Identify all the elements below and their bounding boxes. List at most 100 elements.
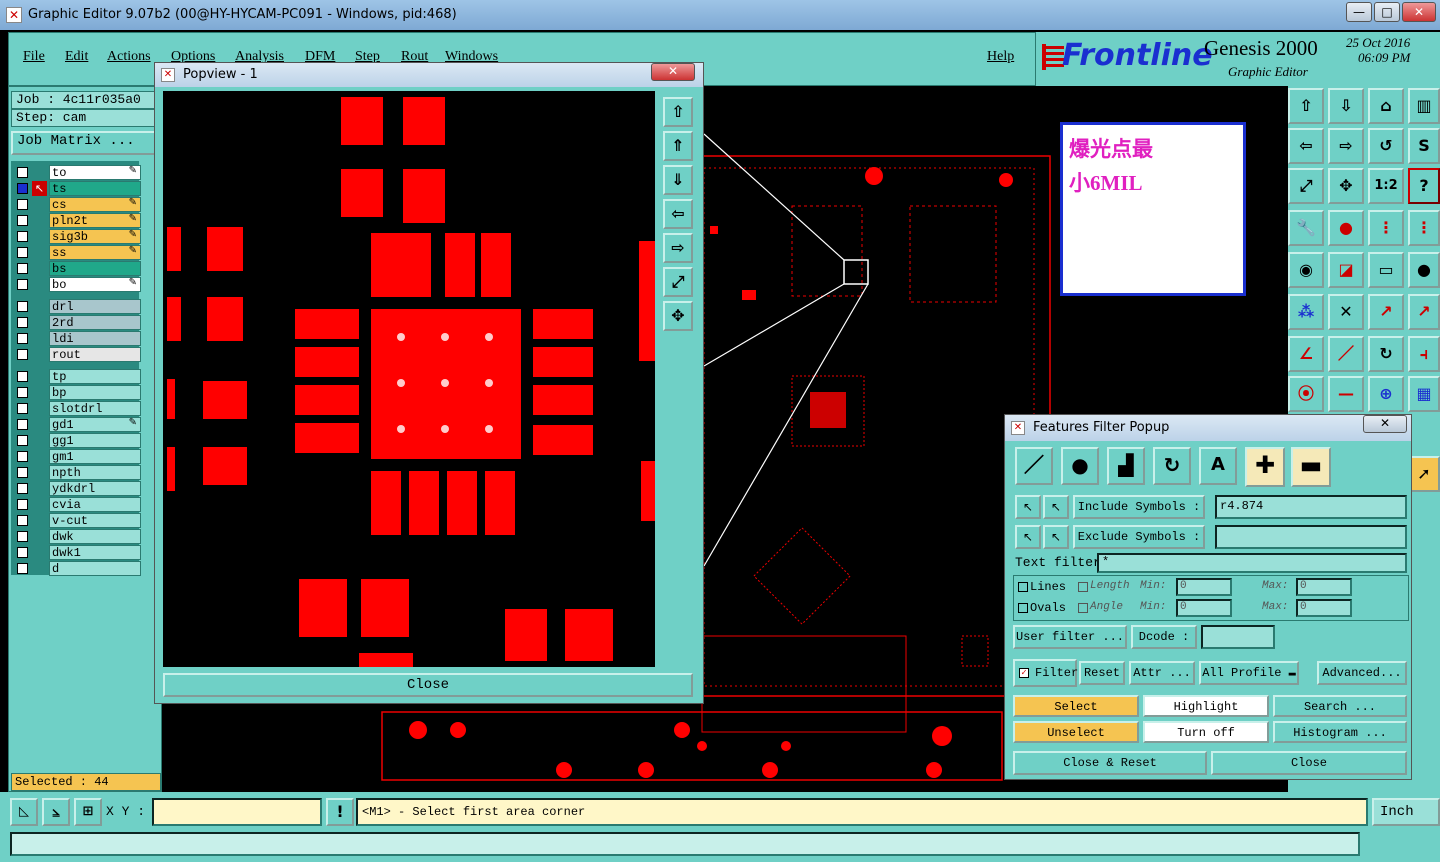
net-icon[interactable]: ⋮ (1368, 210, 1404, 246)
layer-row[interactable]: d (15, 561, 141, 576)
advanced-button[interactable]: Advanced... (1317, 661, 1407, 685)
layer-name[interactable]: gg1 (49, 433, 141, 448)
length-checkbox[interactable] (1078, 582, 1088, 592)
layer-name[interactable]: slotdrl (49, 401, 141, 416)
wrench-icon[interactable]: 🔧 (1288, 210, 1324, 246)
menu-file[interactable]: File (23, 49, 45, 65)
layer-checkbox[interactable] (17, 419, 28, 430)
layer-checkbox[interactable] (17, 317, 28, 328)
layer-name[interactable]: bs (49, 261, 141, 276)
pv-pan-left-icon[interactable]: ⇦ (663, 199, 693, 229)
zoom-fit-icon[interactable]: ⤢ (1288, 168, 1324, 204)
layer-name[interactable]: drl (49, 299, 141, 314)
layer-row[interactable]: rout (15, 347, 141, 362)
bracket-icon[interactable]: ⫞ (1408, 336, 1440, 372)
ffp-close-button[interactable]: Close (1211, 751, 1407, 775)
pad-node-icon[interactable]: ⦿ (1288, 376, 1324, 412)
layer-name[interactable]: npth (49, 465, 141, 480)
pv-zoom-top-icon[interactable]: ⇧ (663, 97, 693, 127)
filter-toggle[interactable]: ✓ Filter (1013, 659, 1078, 687)
layer-checkbox[interactable] (17, 167, 28, 178)
maximize-button[interactable]: □ (1374, 2, 1400, 22)
dash-icon[interactable]: — (1328, 376, 1364, 412)
ruler-icon[interactable]: ▭ (1368, 252, 1404, 288)
layer-checkbox[interactable] (17, 231, 28, 242)
layer-name[interactable]: ldi (49, 331, 141, 346)
exclude-pick2-icon[interactable]: ↖ (1043, 525, 1069, 549)
pv-pan-right-icon[interactable]: ⇨ (663, 233, 693, 263)
pan-right-icon[interactable]: ⇨ (1328, 128, 1364, 164)
include-symbols-input[interactable]: r4.874 (1215, 495, 1407, 519)
pad-icon[interactable]: ● (1408, 252, 1440, 288)
layer-name[interactable]: cvia (49, 497, 141, 512)
scale-icon[interactable]: 1:2 (1368, 168, 1404, 204)
include-pick-icon[interactable]: ↖ (1015, 495, 1041, 519)
connect-icon[interactable]: ● (1328, 210, 1364, 246)
layer-checkbox[interactable] (17, 183, 28, 194)
nodes-icon[interactable]: ⁂ (1288, 294, 1324, 330)
turn-off-button[interactable]: Turn off (1143, 721, 1269, 743)
angle-max-input[interactable]: 0 (1296, 599, 1352, 617)
layer-row[interactable]: to ✎ (15, 165, 141, 180)
target-icon[interactable]: ⊕ (1368, 376, 1404, 412)
angle-checkbox[interactable] (1078, 603, 1088, 613)
arc-icon[interactable]: ↻ (1368, 336, 1404, 372)
menu-help[interactable]: Help (987, 49, 1014, 65)
layer-checkbox[interactable] (17, 371, 28, 382)
include-pick2-icon[interactable]: ↖ (1043, 495, 1069, 519)
filter-checkbox[interactable]: ✓ (1019, 668, 1029, 678)
layer-checkbox[interactable] (17, 349, 28, 360)
length-min-input[interactable]: 0 (1176, 578, 1232, 596)
grid-snap-icon[interactable]: ⊞ (74, 798, 102, 826)
minimize-button[interactable]: — (1346, 2, 1372, 22)
layer-row[interactable]: ydkdrl (15, 481, 141, 496)
select-button[interactable]: Select (1013, 695, 1139, 717)
layer-row[interactable]: cs ✎ (15, 197, 141, 212)
layer-name[interactable]: ss (49, 245, 141, 260)
split-view-icon[interactable]: ▥ (1408, 88, 1440, 124)
pointer-icon[interactable]: ➚ (1408, 456, 1440, 492)
layer-checkbox[interactable] (17, 563, 28, 574)
layer-row[interactable]: slotdrl (15, 401, 141, 416)
popview-canvas[interactable] (163, 91, 655, 667)
exclude-symbols-input[interactable] (1215, 525, 1407, 549)
layer-name[interactable]: ts (49, 181, 141, 196)
zoom-bottom-icon[interactable]: ⇩ (1328, 88, 1364, 124)
layer-name[interactable]: gd1 (49, 417, 141, 432)
layer-name[interactable]: bp (49, 385, 141, 400)
layer-row[interactable]: 2rd (15, 315, 141, 330)
positive-polarity-icon[interactable]: ✚ (1245, 447, 1285, 487)
layer-checkbox[interactable] (17, 435, 28, 446)
zoom-center-icon[interactable]: ✥ (1328, 168, 1364, 204)
exclude-symbols-button[interactable]: Exclude Symbols : (1073, 525, 1205, 549)
close-button[interactable]: ✕ (1402, 2, 1436, 22)
mode-icon-2[interactable]: ⦥ (42, 798, 70, 826)
job-matrix-button[interactable]: Job Matrix ... (11, 131, 157, 155)
layer-name[interactable]: rout (49, 347, 141, 362)
text-filter-input[interactable]: * (1097, 553, 1407, 573)
grid-icon[interactable]: ▦ (1408, 376, 1440, 412)
slash-icon[interactable]: ／ (1328, 336, 1364, 372)
help-icon[interactable]: ? (1408, 168, 1440, 204)
layer-name[interactable]: dwk (49, 529, 141, 544)
popview-close-button[interactable]: Close (163, 673, 693, 697)
layer-name[interactable]: 2rd (49, 315, 141, 330)
layer-checkbox[interactable] (17, 263, 28, 274)
layer-checkbox[interactable] (17, 499, 28, 510)
angle-icon[interactable]: ∠ (1288, 336, 1324, 372)
layer-checkbox[interactable] (17, 301, 28, 312)
layer-checkbox[interactable] (17, 547, 28, 558)
layer-name[interactable]: d (49, 561, 141, 576)
zoom-top-icon[interactable]: ⇧ (1288, 88, 1324, 124)
layer-name[interactable]: gm1 (49, 449, 141, 464)
pv-zoom-down-icon[interactable]: ⇓ (663, 165, 693, 195)
pad-type-icon[interactable]: ● (1061, 447, 1099, 485)
search-button[interactable]: Search ... (1273, 695, 1407, 717)
layer-name[interactable]: cs (49, 197, 141, 212)
layer-checkbox[interactable] (17, 515, 28, 526)
layer-name[interactable]: to (49, 165, 141, 180)
pv-zoom-fit-icon[interactable]: ⤢ (663, 267, 693, 297)
menu-actions[interactable]: Actions (107, 49, 151, 65)
negative-polarity-icon[interactable]: ▬ (1291, 447, 1331, 487)
length-max-input[interactable]: 0 (1296, 578, 1352, 596)
